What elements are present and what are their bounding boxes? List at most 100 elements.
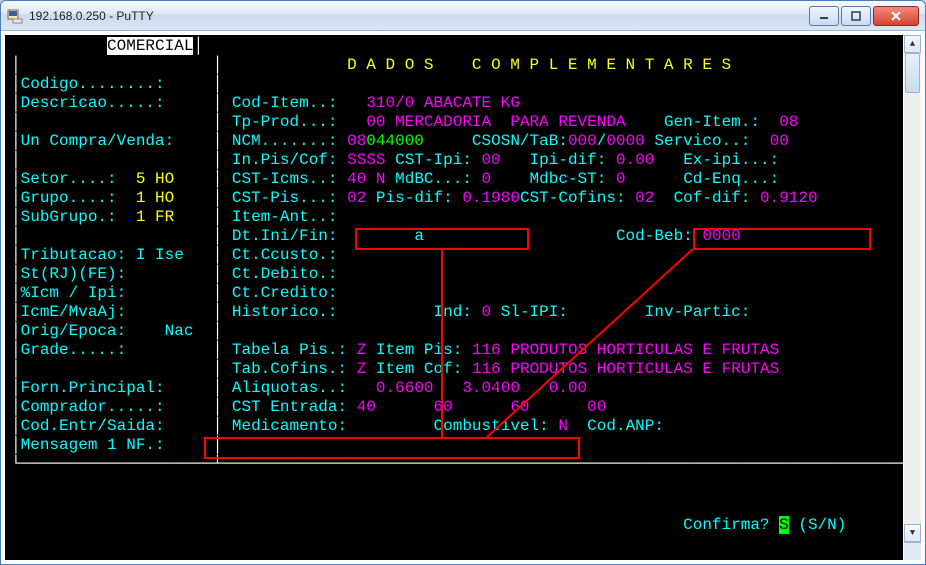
inpis-label: In.Pis/Cof:: [232, 151, 338, 169]
aliq-label: Aliquotas..:: [232, 379, 347, 397]
itemant-label: Item-Ant..:: [232, 208, 338, 226]
mdbc-value: 0: [482, 170, 492, 188]
ctdebito: Ct.Debito.:: [232, 265, 338, 283]
cofdif-value: 0.9120: [760, 189, 818, 207]
aliq-v2: 3.0400: [462, 379, 520, 397]
cod-item-label: Cod-Item..:: [232, 94, 338, 112]
tp-prod-value: 00 MERCADORIA PARA REVENDA: [366, 113, 625, 131]
itemcof-label: Item Cof:: [376, 360, 462, 378]
ipidif-value: 0.00: [616, 151, 654, 169]
setor-value: 5 HO: [136, 170, 174, 188]
grupo-value: 1 HO: [136, 189, 174, 207]
msg1: Mensagem 1 NF.:: [21, 436, 165, 454]
inpis-value: SSSS: [347, 151, 385, 169]
mdbc-label: MdBC...:: [395, 170, 472, 188]
ipidif-label: Ipi-dif:: [530, 151, 607, 169]
confirm-hint: (S/N): [798, 516, 846, 534]
panel-title: D A D O S C O M P L E M E N T A R E S: [347, 56, 731, 74]
comprador: Comprador.....:: [21, 398, 165, 416]
grade: Grade.....:: [21, 341, 127, 359]
setor-label: Setor....:: [21, 170, 117, 188]
cstipi-label: CST-Ipi:: [395, 151, 472, 169]
historico-label: Historico.:: [232, 303, 338, 321]
confirm-label: Confirma?: [683, 516, 769, 534]
invpartic-label: Inv-Partic:: [645, 303, 751, 321]
tributacao-value: I Ise: [136, 246, 184, 264]
ncm-valA: 08: [347, 132, 366, 150]
titlebar[interactable]: 192.168.0.250 - PuTTY: [1, 1, 925, 31]
icme: IcmE/MvaAj:: [21, 303, 127, 321]
codanp-label: Cod.ANP:: [587, 417, 664, 435]
codentr: Cod.Entr/Saida:: [21, 417, 165, 435]
itempis-value: 116 PRODUTOS HORTICULAS E FRUTAS: [472, 341, 779, 359]
ncm-valB: 044000: [366, 132, 424, 150]
field-uncompra: Un Compra/Venda:: [21, 132, 175, 150]
combustivel-label: Combustivel:: [434, 417, 549, 435]
maximize-button[interactable]: [841, 6, 871, 26]
aliq-v1: 0.6600: [376, 379, 434, 397]
strj: St(RJ)(FE):: [21, 265, 127, 283]
gen-item-value: 08: [779, 113, 798, 131]
itemcof-value: 116 PRODUTOS HORTICULAS E FRUTAS: [472, 360, 779, 378]
subgrupo-value: 1 FR: [136, 208, 174, 226]
icmipi: %Icm / Ipi:: [21, 284, 127, 302]
minimize-button[interactable]: [809, 6, 839, 26]
gen-item-label: Gen-Item.:: [664, 113, 760, 131]
codbeb-value: 0000: [702, 227, 740, 245]
window-title: 192.168.0.250 - PuTTY: [29, 9, 809, 23]
itempis-label: Item Pis:: [376, 341, 462, 359]
terminal[interactable]: COMERCIAL│ │ │ D A D O S C O M P L E M E…: [1, 31, 925, 564]
dtini-value: a: [414, 227, 424, 245]
scroll-up-button[interactable]: ▲: [904, 35, 921, 53]
dtini-label: Dt.Ini/Fin:: [232, 227, 338, 245]
medicamento-label: Medicamento:: [232, 417, 347, 435]
scroll-down-button[interactable]: ▼: [904, 524, 921, 542]
cstcof-value: 02: [635, 189, 654, 207]
servico-label: Servico..:: [654, 132, 750, 150]
ncm-label: NCM.......:: [232, 132, 338, 150]
putty-window: 192.168.0.250 - PuTTY COMERCIAL│ │ │ D A…: [0, 0, 926, 565]
fornp: Forn.Principal:: [21, 379, 165, 397]
confirm-value[interactable]: S: [779, 516, 789, 534]
servico-value: 00: [770, 132, 789, 150]
combustivel-value: N: [558, 417, 568, 435]
field-descricao: Descricao.....:: [21, 94, 165, 112]
tabcof-label: Tab.Cofins.:: [232, 360, 347, 378]
cdenq-label: Cd-Enq...:: [683, 170, 779, 188]
origepoca-label: Orig/Epoca:: [21, 322, 127, 340]
csosn-label: CSOSN/TaB:: [472, 132, 568, 150]
pisdif-value: 0.1980: [462, 189, 520, 207]
cofdif-label: Cof-dif:: [674, 189, 751, 207]
grupo-label: Grupo....:: [21, 189, 117, 207]
origepoca-value: Nac: [165, 322, 194, 340]
ind-value: 0: [482, 303, 492, 321]
subgrupo-label: SubGrupo.:: [21, 208, 117, 226]
mdbcst-label: Mdbc-ST:: [530, 170, 607, 188]
putty-icon: [7, 8, 23, 24]
field-codigo: Codigo........:: [21, 75, 165, 93]
codbeb-label: Cod-Beb:: [616, 227, 693, 245]
scroll-thumb[interactable]: [905, 53, 920, 93]
csosn-b: 0000: [606, 132, 644, 150]
left-panel-header: COMERCIAL: [107, 37, 193, 55]
csticms-label: CST-Icms..:: [232, 170, 338, 188]
ctccusto: Ct.Ccusto.:: [232, 246, 338, 264]
tabcof-value: Z: [357, 360, 367, 378]
ind-label: Ind:: [434, 303, 472, 321]
scroll-corner: [904, 542, 921, 560]
cstcof-label: CST-Cofins:: [520, 189, 626, 207]
aliq-v3: 0.00: [549, 379, 587, 397]
cstipi-value: 00: [482, 151, 501, 169]
slipi-label: Sl-IPI:: [501, 303, 568, 321]
cod-item-value: 310/0 ABACATE KG: [366, 94, 520, 112]
cstpis-label: CST-Pis...:: [232, 189, 338, 207]
exipi-label: Ex-ipi...:: [683, 151, 779, 169]
cstpis-value: 02: [347, 189, 366, 207]
scrollbar-vertical[interactable]: ▲ ▼: [903, 35, 921, 560]
window-buttons: [809, 6, 919, 26]
close-button[interactable]: [873, 6, 919, 26]
mdbcst-value: 0: [616, 170, 626, 188]
ctcredito: Ct.Credito:: [232, 284, 338, 302]
confirm-prompt[interactable]: Confirma? S (S/N): [11, 497, 899, 554]
tabpis-label: Tabela Pis.:: [232, 341, 347, 359]
